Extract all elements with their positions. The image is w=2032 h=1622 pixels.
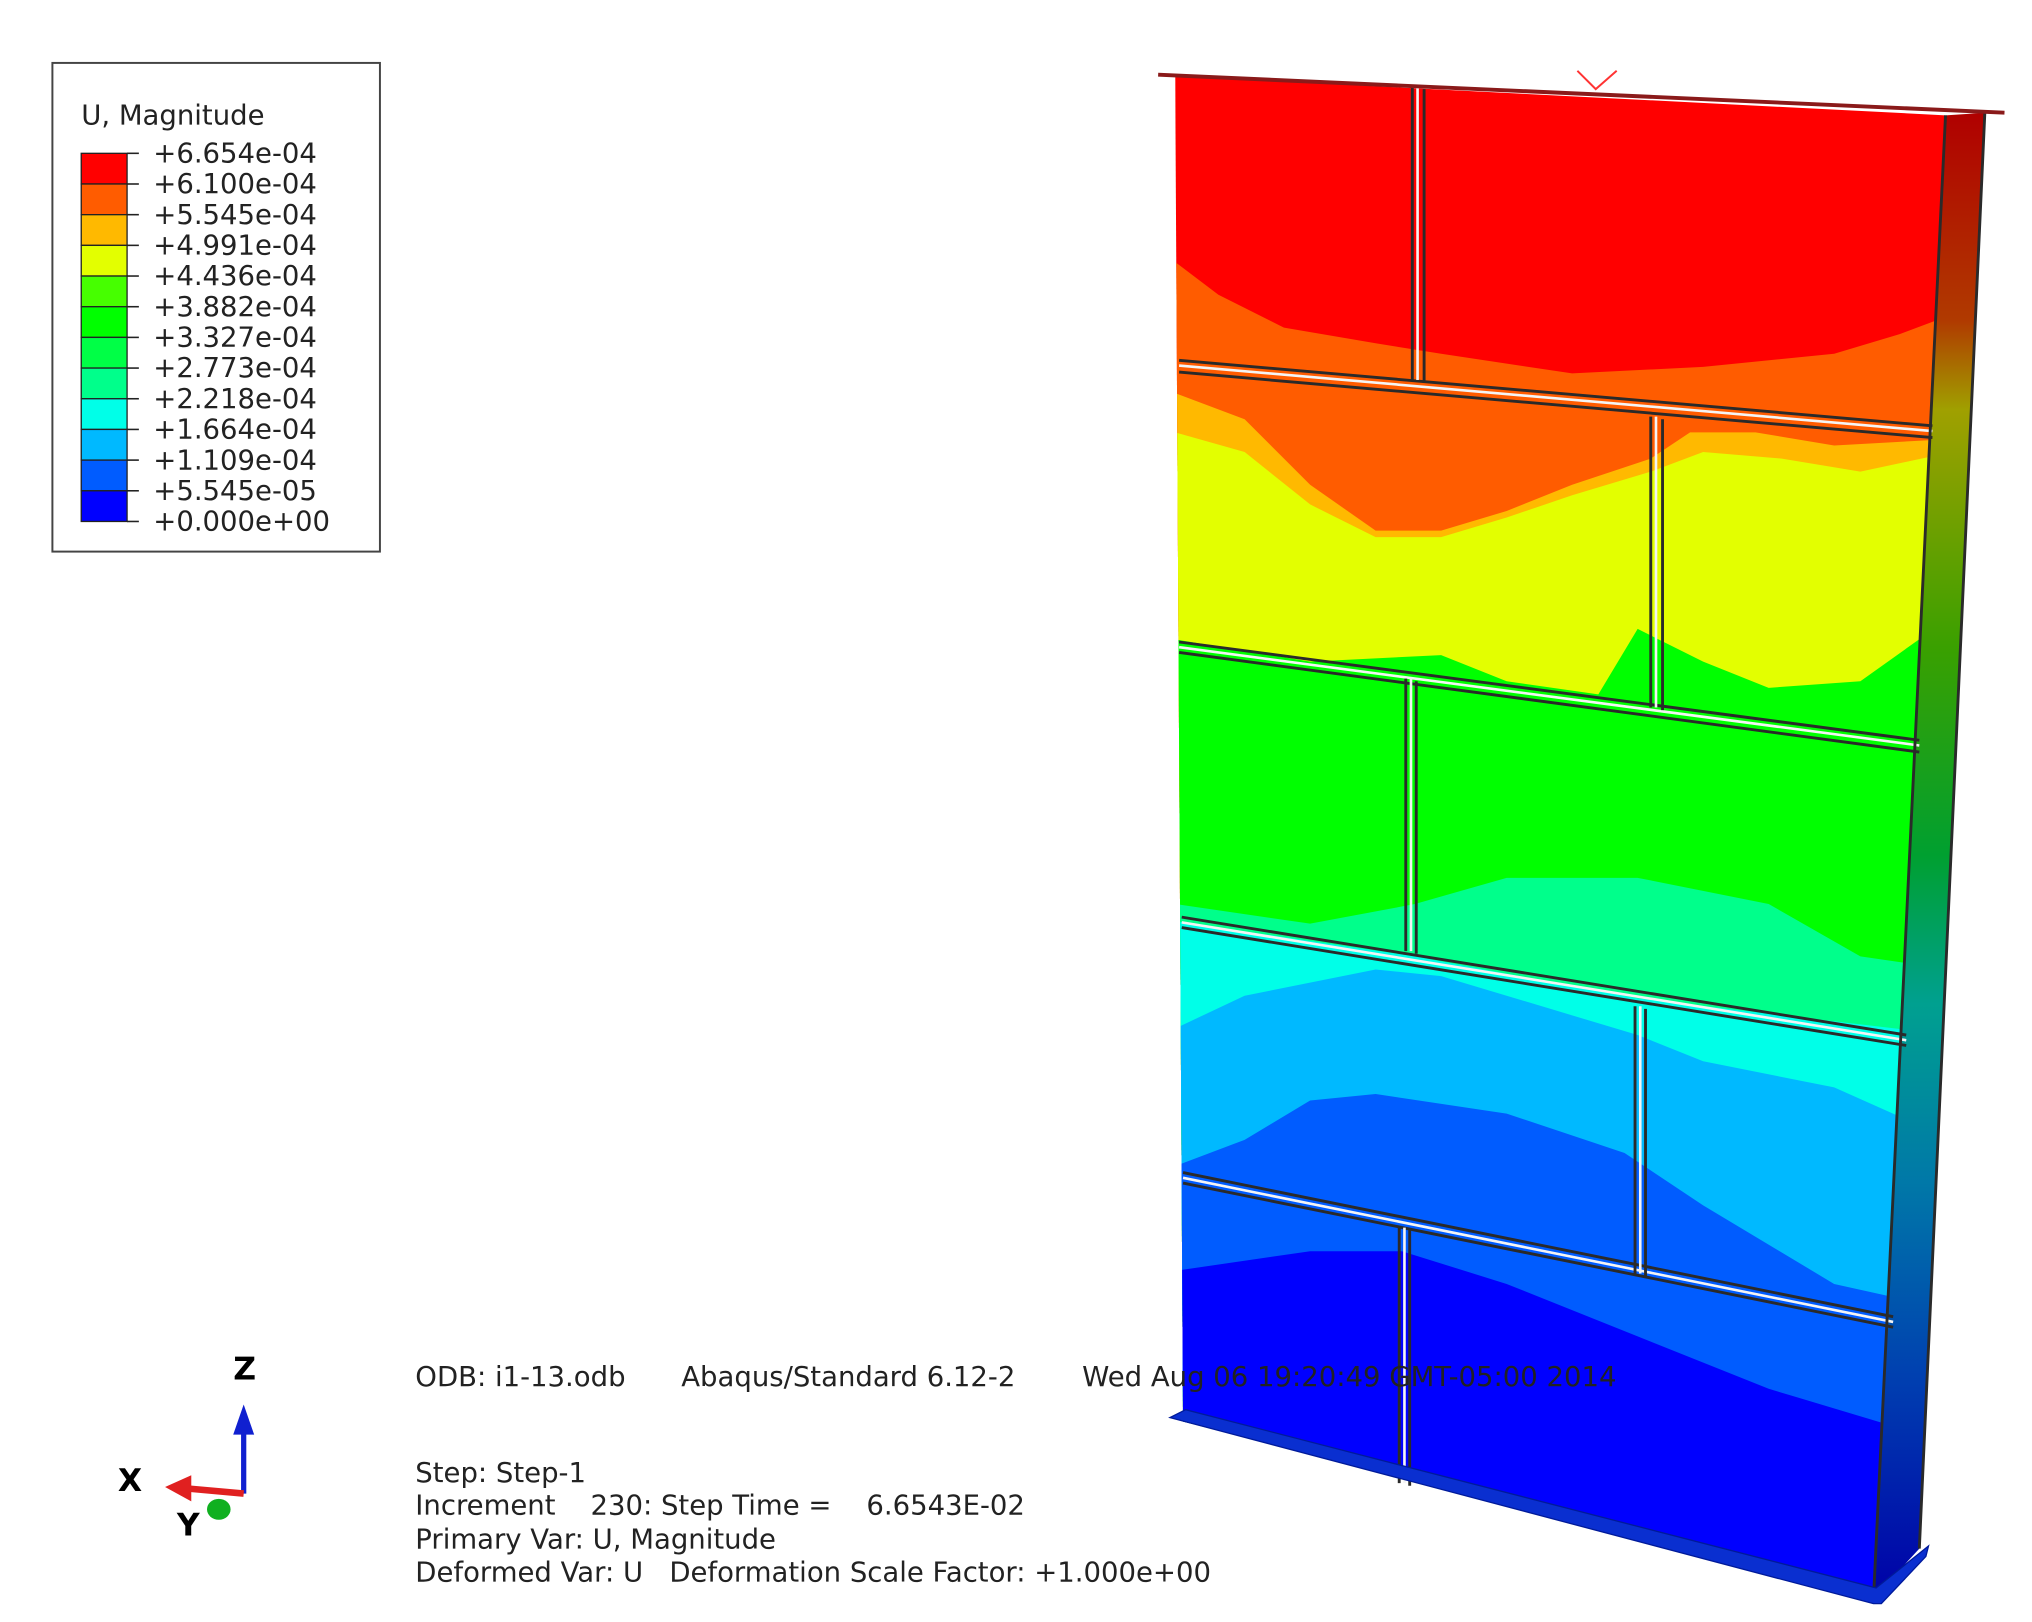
legend-label: +6.654e-04 (153, 137, 317, 169)
legend-title: U, Magnitude (81, 99, 264, 131)
legend-label: +1.664e-04 (153, 414, 317, 446)
legend-swatch (80, 490, 128, 523)
legend-label: +3.882e-04 (153, 291, 317, 323)
y-axis-label: Y (176, 1507, 201, 1543)
step-label: Step: Step-1 (415, 1457, 586, 1489)
x-axis-icon (185, 1485, 244, 1497)
primary-var-label: Primary Var: U, Magnitude (415, 1524, 776, 1556)
axis-triad[interactable]: Z X Y (118, 1352, 256, 1544)
y-axis-icon (206, 1498, 231, 1520)
legend-swatch (80, 306, 128, 339)
legend-swatch (80, 336, 128, 369)
z-axis-label: Z (233, 1352, 256, 1388)
legend-labels: +6.654e-04+6.100e-04+5.545e-04+4.991e-04… (153, 137, 330, 537)
legend-swatch (80, 244, 128, 277)
legend-swatch (80, 152, 128, 185)
legend-swatch (80, 398, 128, 431)
solver-version: Abaqus/Standard 6.12-2 (681, 1361, 1015, 1393)
x-arrowhead-icon (165, 1475, 192, 1502)
increment-label: Increment 230: Step Time = 6.6543E-02 (415, 1490, 1025, 1522)
viewport[interactable]: U, Magnitude +6.654e-04+6.100e-04+5.545e… (0, 0, 2032, 1622)
odb-name: ODB: i1-13.odb (415, 1361, 625, 1393)
legend-swatch (80, 275, 128, 308)
legend-label: +5.545e-05 (153, 475, 317, 507)
legend-label: +4.436e-04 (153, 260, 317, 292)
legend-swatch (80, 459, 128, 492)
legend-swatch (80, 214, 128, 247)
legend-label: +5.545e-04 (153, 199, 317, 231)
legend: U, Magnitude +6.654e-04+6.100e-04+5.545e… (51, 61, 381, 553)
legend-label: +0.000e+00 (153, 506, 330, 538)
legend-swatch (80, 428, 128, 461)
legend-label: +6.100e-04 (153, 168, 317, 200)
load-marker-icon (1576, 70, 1618, 91)
legend-swatch (80, 367, 128, 400)
legend-swatch (80, 183, 128, 216)
timestamp: Wed Aug 06 19:20:49 GMT-05:00 2014 (1082, 1361, 1616, 1393)
deformed-var-label: Deformed Var: U Deformation Scale Factor… (415, 1556, 1211, 1588)
legend-label: +3.327e-04 (153, 322, 317, 354)
legend-label: +2.218e-04 (153, 383, 317, 415)
x-axis-label: X (118, 1463, 142, 1499)
legend-label: +4.991e-04 (153, 230, 317, 262)
legend-label: +1.109e-04 (153, 444, 317, 476)
legend-label: +2.773e-04 (153, 352, 317, 384)
z-arrowhead-icon (233, 1404, 255, 1435)
